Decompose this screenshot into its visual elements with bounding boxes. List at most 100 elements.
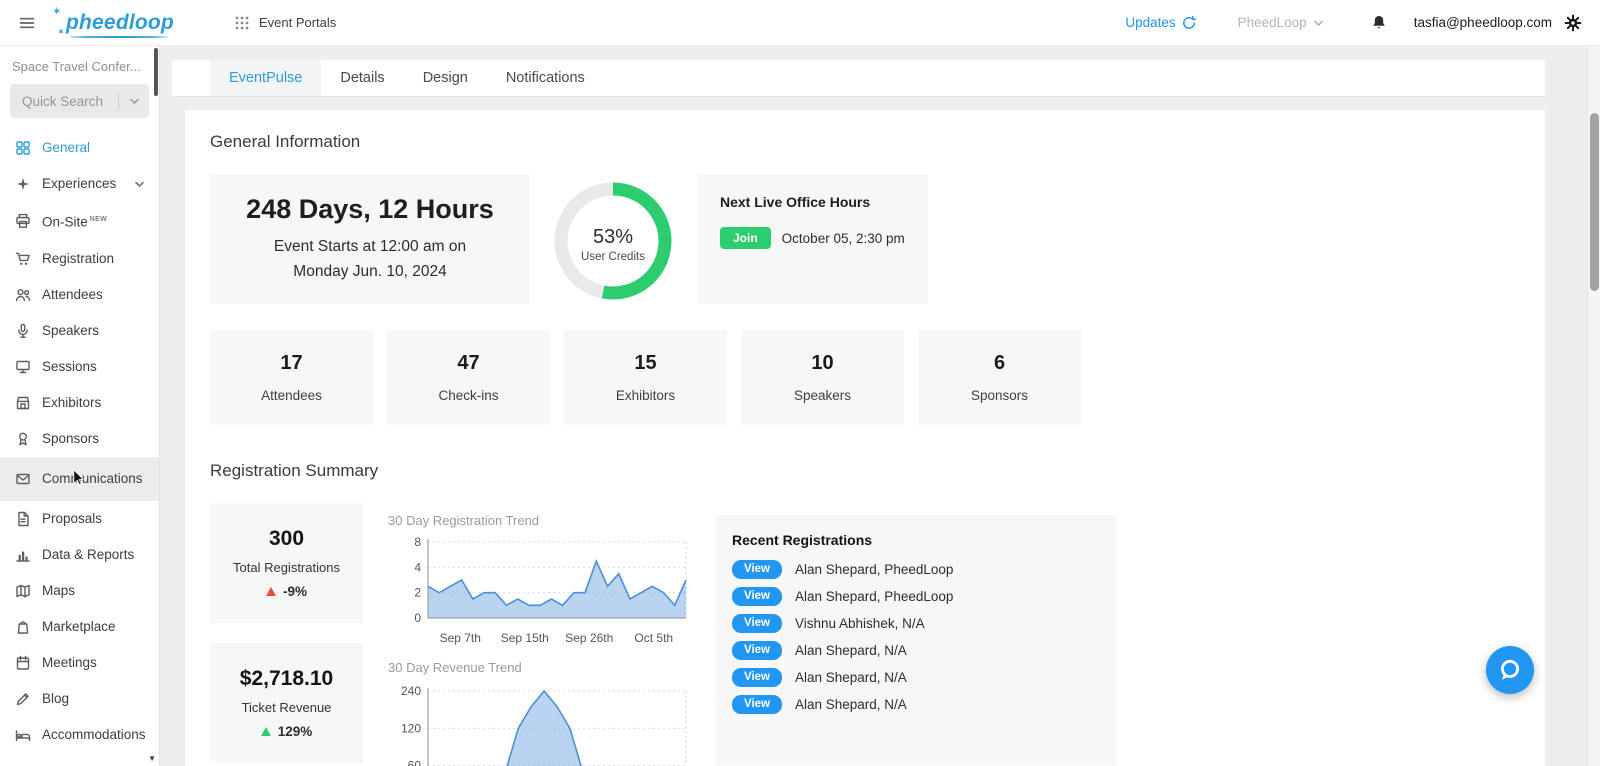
total-registrations-value: 300: [268, 527, 305, 550]
org-dropdown[interactable]: PheedLoop: [1238, 15, 1324, 30]
recent-registrations-card: Recent Registrations View Alan Shepard, P…: [716, 515, 1116, 765]
view-button[interactable]: View: [732, 668, 782, 687]
document-icon: [14, 510, 31, 527]
total-registrations-change: -9%: [265, 584, 307, 599]
sidebar-item-maps[interactable]: Maps: [0, 573, 159, 609]
sidebar: Space Travel Confer... Quick Search Gene…: [0, 46, 160, 766]
countdown-value: 248 Days, 12 Hours: [246, 194, 494, 224]
office-hours-title: Next Live Office Hours: [720, 194, 871, 210]
sidebar-item-label: Data & Reports: [42, 546, 135, 562]
chevron-down-icon: [1312, 17, 1324, 29]
sidebar-item-blog[interactable]: Blog: [0, 681, 159, 717]
pen-icon: [14, 690, 31, 707]
total-registrations-card: 300 Total Registrations -9%: [210, 503, 363, 623]
account-menu[interactable]: tasfia@pheedloop.com: [1414, 14, 1582, 32]
chat-widget-button[interactable]: [1486, 646, 1534, 694]
quick-search-button[interactable]: Quick Search: [10, 84, 149, 118]
ticket-revenue-value: $2,718.10: [239, 667, 334, 690]
sidebar-scroll-down-arrow[interactable]: ▼: [148, 754, 156, 763]
event-portals[interactable]: Event Portals: [234, 15, 336, 31]
sidebar-item-experiences[interactable]: Experiences: [0, 166, 159, 202]
stat-card-sponsors: 6 Sponsors: [918, 330, 1081, 425]
view-button[interactable]: View: [732, 641, 782, 660]
sidebar-item-meetings[interactable]: Meetings: [0, 645, 159, 681]
stat-label: Check-ins: [438, 388, 499, 403]
user-email: tasfia@pheedloop.com: [1413, 15, 1552, 30]
view-button[interactable]: View: [732, 560, 782, 579]
user-credits-donut: 53% User Credits: [538, 174, 688, 314]
main-content: EventPulse Details Design Notifications Gen…: [161, 46, 1600, 766]
microphone-icon: [14, 322, 31, 339]
svg-text:0: 0: [414, 611, 421, 625]
sidebar-item-marketplace[interactable]: Marketplace: [0, 609, 159, 645]
sidebar-scrollbar-thumb[interactable]: [154, 48, 158, 96]
svg-text:8: 8: [414, 535, 421, 549]
pheedloop-logo[interactable]: ✶ ✶ pheedloop: [53, 6, 174, 38]
sidebar-item-exhibitors[interactable]: Exhibitors: [0, 385, 159, 421]
tab-details[interactable]: Details: [321, 60, 403, 96]
registration-trend-title: 30 Day Registration Trend: [388, 513, 540, 528]
quick-search-label: Quick Search: [22, 93, 104, 109]
stats-row: 17 Attendees 47 Check-ins 15 Exhibitors 10 Spea…: [210, 330, 1545, 425]
sidebar-item-label: Attendees: [42, 286, 103, 302]
stat-value: 6: [993, 352, 1006, 374]
map-icon: [14, 582, 31, 599]
apps-grid-icon: [234, 15, 250, 31]
view-button[interactable]: View: [732, 614, 782, 633]
sidebar-item-label: On-Site NEW: [42, 214, 108, 230]
sidebar-item-communications[interactable]: Communications: [0, 456, 159, 501]
tab-eventpulse[interactable]: EventPulse: [210, 60, 322, 96]
sidebar-item-label: Exhibitors: [42, 394, 102, 410]
registrant-name: Alan Shepard, N/A: [795, 643, 907, 658]
view-button[interactable]: View: [732, 587, 782, 606]
countdown-subtitle: Event Starts at 12:00 am on Monday Jun. …: [274, 234, 466, 284]
tab-design[interactable]: Design: [404, 60, 487, 96]
sidebar-item-label: Marketplace: [42, 618, 116, 634]
sidebar-item-sponsors[interactable]: Sponsors: [0, 421, 159, 457]
registration-row: View Alan Shepard, PheedLoop: [732, 560, 1100, 579]
sidebar-item-label: Communications: [42, 470, 143, 486]
sidebar-item-registration[interactable]: Registration: [0, 241, 159, 277]
ribbon-icon: [14, 430, 31, 447]
main-scrollbar-thumb[interactable]: [1590, 113, 1599, 291]
view-button[interactable]: View: [732, 695, 782, 714]
sparkle-icon: [14, 176, 31, 193]
sidebar-item-label: Registration: [42, 250, 115, 266]
sidebar-item-sessions[interactable]: Sessions: [0, 349, 159, 385]
stat-value: 17: [280, 352, 303, 374]
countdown-card: 248 Days, 12 Hours Event Starts at 12:00…: [210, 174, 530, 304]
topbar-right: Updates PheedLoop tasfia@pheedloop.com: [1125, 14, 1582, 32]
join-button[interactable]: Join: [720, 227, 771, 249]
sidebar-item-accommodations[interactable]: Accommodations: [0, 717, 159, 753]
registrant-name: Alan Shepard, N/A: [795, 670, 907, 685]
metrics-column: 300 Total Registrations -9% $2,718.10 Ti…: [210, 503, 363, 763]
general-information-title: General Information: [210, 132, 361, 151]
sidebar-item-label: Sponsors: [42, 430, 100, 446]
updates-link[interactable]: Updates: [1125, 15, 1196, 30]
sidebar-item-data-reports[interactable]: Data & Reports: [0, 537, 159, 573]
chat-icon: [1497, 657, 1523, 683]
registrant-name: Alan Shepard, PheedLoop: [795, 562, 954, 577]
bar-chart-icon: [14, 546, 31, 563]
ticket-revenue-card: $2,718.10 Ticket Revenue 129%: [210, 643, 363, 763]
sidebar-item-attendees[interactable]: Attendees: [0, 277, 159, 313]
hamburger-menu-icon[interactable]: [18, 14, 36, 32]
storefront-icon: [14, 394, 31, 411]
sidebar-item-speakers[interactable]: Speakers: [0, 313, 159, 349]
sidebar-item-label: Sessions: [42, 358, 97, 374]
sidebar-item-on-site[interactable]: On-Site NEW: [0, 202, 159, 241]
settings-gear-icon[interactable]: [1564, 14, 1582, 32]
refresh-icon: [1181, 15, 1196, 30]
sidebar-item-label: General: [42, 140, 91, 155]
sidebar-item-general[interactable]: General: [0, 130, 159, 166]
tab-notifications[interactable]: Notifications: [487, 60, 604, 96]
content-card: General Information 248 Days, 12 Hours E…: [185, 110, 1545, 766]
notifications-bell-icon[interactable]: [1370, 14, 1388, 32]
registration-summary-title: Registration Summary: [210, 461, 379, 480]
sidebar-item-proposals[interactable]: Proposals: [0, 501, 159, 537]
credits-percent: 53%: [592, 225, 634, 248]
stat-label: Attendees: [261, 388, 322, 403]
sidebar-item-label: Speakers: [42, 322, 100, 338]
main-scrollbar[interactable]: [1587, 46, 1600, 766]
sidebar-item-label: Maps: [42, 582, 76, 598]
